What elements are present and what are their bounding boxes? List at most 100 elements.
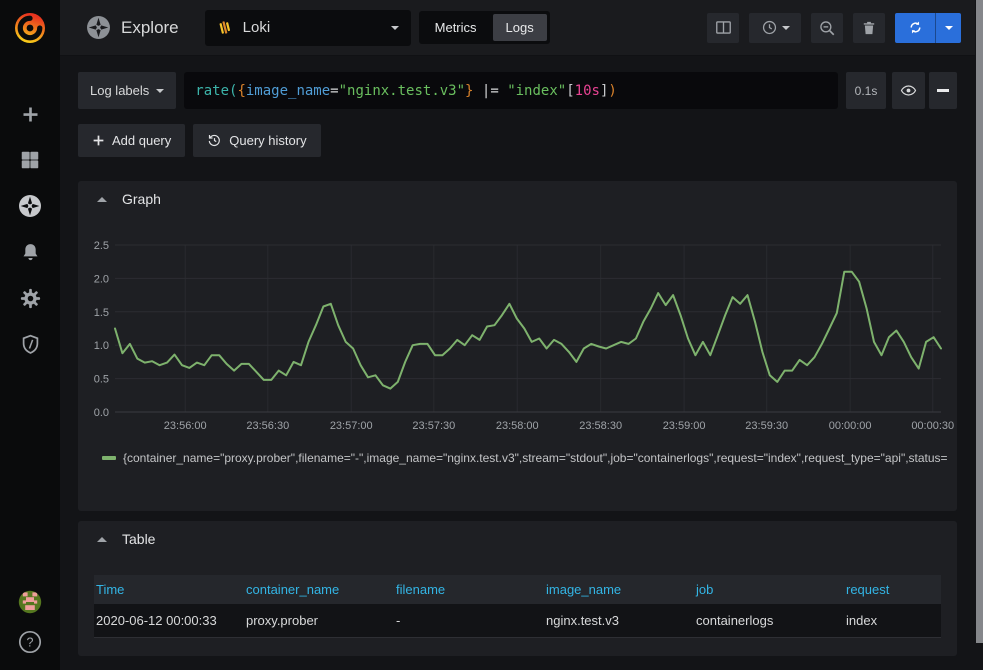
table-body: 2020-06-12 00:00:33proxy.prober-nginx.te… [94,604,941,638]
y-axis-tick: 1.5 [94,307,109,319]
zoom-out-icon [818,19,836,37]
query-token-punct: [ [566,83,574,99]
tab-metrics[interactable]: Metrics [422,14,490,41]
legend-series-color [102,456,116,460]
sidebar-item-dashboards[interactable] [18,148,42,172]
graph-legend[interactable]: {container_name="proxy.prober",filename=… [102,451,947,465]
x-axis-tick: 23:59:30 [745,420,788,432]
explore-compass-icon [18,193,42,219]
server-admin-shield-icon [19,333,42,356]
mode-toggle: Metrics Logs [419,11,550,44]
results-table: Timecontainer_namefilenameimage_namejobr… [94,575,941,638]
x-axis-tick: 00:00:00 [829,420,872,432]
query-token-brace: { [237,83,245,99]
table-cell: proxy.prober [244,613,394,628]
query-history-label: Query history [229,133,306,148]
query-token-brace: ) [608,83,616,99]
trash-icon [861,20,877,36]
query-text: rate({image_name="nginx.test.v3"} |= "in… [195,83,617,99]
graph-panel: Graph 23:56:0023:56:3023:57:0023:57:3023… [78,181,957,511]
x-axis-tick: 23:57:00 [330,420,373,432]
split-view-button[interactable] [707,13,739,43]
column-header[interactable]: request [844,582,941,597]
graph-panel-header[interactable]: Graph [78,181,957,217]
datasource-picker[interactable]: Loki [205,10,411,46]
clock-icon [761,19,778,36]
sidebar-item-create[interactable] [18,102,42,126]
column-header[interactable]: image_name [544,582,694,597]
plus-icon [20,104,41,125]
help-icon: ? [18,629,42,655]
query-duration-badge: 0.1s [846,72,886,109]
query-editor[interactable]: rate({image_name="nginx.test.v3"} |= "in… [184,72,838,109]
clear-all-button[interactable] [853,13,885,43]
table-header-row: Timecontainer_namefilenameimage_namejobr… [94,575,941,604]
x-axis-tick: 23:59:00 [663,420,706,432]
grafana-logo[interactable] [12,10,48,46]
scrollbar-thumb[interactable] [976,0,983,643]
disable-query-button[interactable] [892,72,925,109]
query-token-duration: 10s [575,83,600,99]
column-header[interactable]: filename [394,582,544,597]
time-series-chart[interactable]: 23:56:00 23:56:30 23:57:00 23:57:30 23:58:00… [92,217,943,439]
zoom-out-button[interactable] [811,13,843,43]
table-row: 2020-06-12 00:00:33proxy.prober-nginx.te… [94,604,941,638]
table-cell: 2020-06-12 00:00:33 [94,613,244,628]
main-area: Explore Loki Metrics Logs [60,0,975,670]
y-axis-tick: 0.5 [94,374,109,386]
table-panel-header[interactable]: Table [78,521,957,557]
column-header[interactable]: container_name [244,582,394,597]
svg-text:?: ? [27,635,34,649]
explore-compass-icon [86,15,111,40]
help-button[interactable]: ? [18,630,42,654]
sidebar: ? [0,0,60,670]
query-token-function: rate( [195,83,237,99]
collapse-caret-icon [97,537,107,542]
remove-query-button[interactable] [929,72,957,109]
query-history-button[interactable]: Query history [193,124,320,157]
x-axis-tick: 23:58:30 [579,420,622,432]
configuration-gear-icon [19,287,42,310]
x-axis-tick: 00:00:30 [911,420,954,432]
x-axis-tick: 23:58:00 [496,420,539,432]
query-token-label: image_name [246,83,330,99]
legend-series-label: {container_name="proxy.prober",filename=… [123,451,947,465]
topbar: Explore Loki Metrics Logs [60,0,975,56]
grafana-logo-icon [12,10,48,46]
table-cell: containerlogs [694,613,844,628]
dashboards-grid-icon [19,149,41,171]
run-query-caret-button[interactable] [935,13,961,43]
explore-content: Log labels rate({image_name="nginx.test.… [60,56,975,656]
actions-row: Add query Query history [78,124,957,157]
graph-panel-title: Graph [122,191,161,207]
sidebar-item-configuration[interactable] [18,286,42,310]
run-query-button[interactable] [895,13,935,43]
x-axis-tick: 23:56:30 [246,420,289,432]
sidebar-item-explore[interactable] [18,194,42,218]
time-picker-button[interactable] [749,13,801,43]
query-token-string: "index" [507,83,566,99]
user-avatar[interactable] [18,590,42,614]
sidebar-nav [18,102,42,356]
add-query-label: Add query [112,133,171,148]
scrollbar-track[interactable] [975,0,983,670]
tab-logs[interactable]: Logs [493,14,547,41]
chevron-down-icon [156,89,164,93]
run-query-group [895,13,961,43]
alerting-bell-icon [19,241,42,264]
x-axis-tick: 23:56:00 [164,420,207,432]
table-cell: index [844,613,941,628]
minus-icon [937,89,949,92]
y-axis-tick: 1.0 [94,340,109,352]
add-query-button[interactable]: Add query [78,124,185,157]
column-header[interactable]: Time [94,582,244,597]
collapse-caret-icon [97,197,107,202]
query-token-operator: = [330,83,338,99]
x-axis-tick: 23:57:30 [412,420,455,432]
column-header[interactable]: job [694,582,844,597]
table-panel-title: Table [122,531,155,547]
sidebar-item-alerting[interactable] [18,240,42,264]
chevron-down-icon [782,26,790,30]
log-labels-button[interactable]: Log labels [78,72,176,109]
sidebar-item-server-admin[interactable] [18,332,42,356]
